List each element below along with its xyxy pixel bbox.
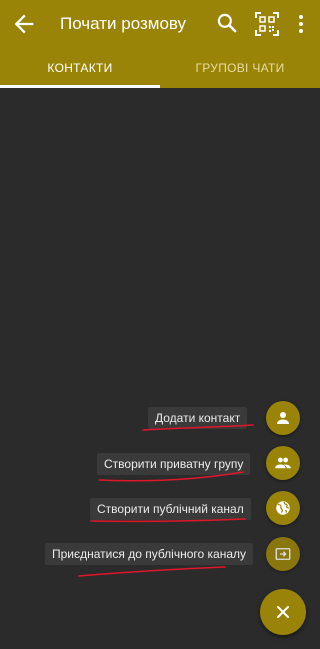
annotation-underline <box>78 566 226 577</box>
annotation-underline <box>142 424 254 431</box>
arrow-back-icon[interactable] <box>10 10 38 38</box>
page-title: Почати розмову <box>60 14 187 33</box>
tab-group-chats[interactable]: ГРУПОВІ ЧАТИ <box>160 48 320 88</box>
person-icon <box>277 412 289 424</box>
globe-icon <box>276 501 290 515</box>
app-bar: Почати розмову КОНТАКТИ ГРУПОВІ ЧАТИ <box>0 0 320 88</box>
more-vert-icon[interactable] <box>292 10 310 38</box>
search-icon[interactable] <box>214 10 240 36</box>
create-public-channel-button[interactable] <box>266 491 300 525</box>
join-channel-icon <box>275 548 291 560</box>
qr-scan-icon[interactable] <box>254 11 280 37</box>
annotation-underline <box>90 518 246 523</box>
group-icon <box>275 457 291 469</box>
tab-contacts[interactable]: КОНТАКТИ <box>0 48 160 88</box>
close-icon <box>277 606 289 618</box>
add-contact-button[interactable] <box>266 401 300 435</box>
active-tab-indicator <box>0 85 160 88</box>
close-fab-button[interactable] <box>260 589 306 635</box>
create-private-group-button[interactable] <box>266 446 300 480</box>
annotation-underline <box>98 471 244 482</box>
join-public-channel-button[interactable] <box>266 537 300 571</box>
